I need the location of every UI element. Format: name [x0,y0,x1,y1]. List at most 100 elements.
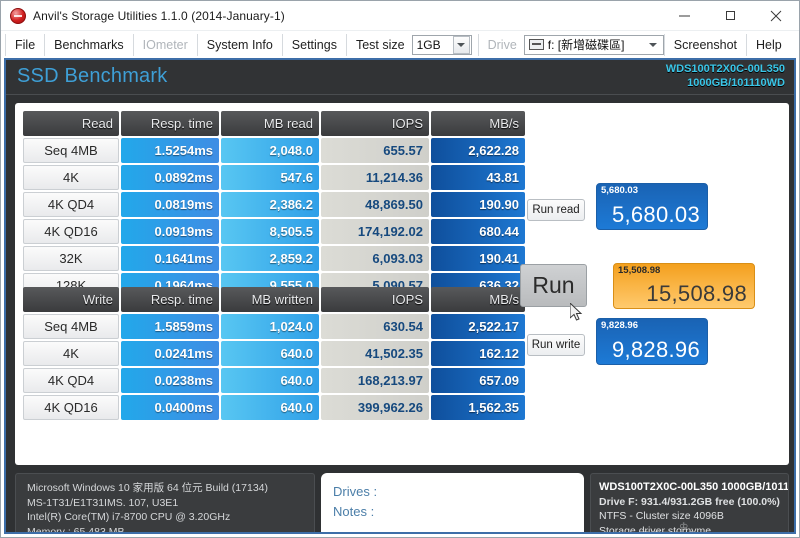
menu-item-settings[interactable]: Settings [283,33,347,56]
read-score-small-label: 5,680.03 [601,185,638,196]
cell-mbs: 2,622.28 [431,138,525,163]
cell-mbs: 43.81 [431,165,525,190]
row-label: Seq 4MB [23,314,119,339]
total-score-small-label: 15,508.98 [618,265,661,276]
maximize-icon[interactable] [707,1,753,30]
table-row: 4K 0.0241ms 640.0 41,502.35 162.12 [23,341,525,366]
cell-mbs: 680.44 [431,219,525,244]
row-label: 4K QD4 [23,368,119,393]
cell-mbs: 190.90 [431,192,525,217]
menu-item-file[interactable]: File [5,33,46,56]
test-size-value: 1GB [416,37,441,52]
drive-info-panel: WDS100T2X0C-00L350 1000GB/101110 Drive F… [590,473,789,534]
mbs-col-header: MB/s [431,111,525,136]
read-score-box: 5,680.03 5,680.03 [596,183,708,230]
mb-written-col-header: MB written [221,287,319,312]
cell-mbs: 657.09 [431,368,525,393]
run-read-button[interactable]: Run read [527,199,585,221]
write-results-table: Write Resp. time MB written IOPS MB/s Se… [21,285,527,422]
drive-select[interactable]: f: [新增磁碟區] [523,34,664,55]
benchmark-panel: SSD Benchmark WDS100T2X0C-00L350 1000GB/… [4,58,796,534]
cell-mb: 640.0 [221,368,319,393]
cell-resp: 0.0892ms [121,165,219,190]
row-label: 4K QD16 [23,219,119,244]
system-os: Microsoft Windows 10 家用版 64 位元 Build (17… [27,482,269,494]
row-label: 32K [23,246,119,271]
cell-resp: 0.0400ms [121,395,219,420]
read-results-table: Read Resp. time MB read IOPS MB/s Seq 4M… [21,109,527,300]
cell-iops: 6,093.03 [321,246,429,271]
write-score-value: 9,828.96 [611,337,700,362]
table-row: Seq 4MB 1.5859ms 1,024.0 630.54 2,522.17 [23,314,525,339]
write-score-small-label: 9,828.96 [601,320,638,331]
notes-panel[interactable]: Drives : Notes : [321,473,584,532]
row-label: 4K [23,341,119,366]
menu-bar: File Benchmarks IOmeter System Info Sett… [1,31,799,58]
cell-resp: 1.5254ms [121,138,219,163]
read-score-value: 5,680.03 [611,202,700,227]
cell-iops: 168,213.97 [321,368,429,393]
read-col-header: Read [23,111,119,136]
menu-item-benchmarks[interactable]: Benchmarks [45,33,134,56]
drive-info-free: Drive F: 931.4/931.2GB free (100.0%) [599,495,780,508]
title-bar: Anvil's Storage Utilities 1.1.0 (2014-Ja… [1,1,799,31]
write-col-header: Write [23,287,119,312]
mb-read-col-header: MB read [221,111,319,136]
header-drive-model: WDS100T2X0C-00L350 [665,63,785,75]
cell-mb: 2,048.0 [221,138,319,163]
cell-iops: 630.54 [321,314,429,339]
cell-iops: 41,502.35 [321,341,429,366]
window-title: Anvil's Storage Utilities 1.1.0 (2014-Ja… [33,8,285,23]
write-score-box: 9,828.96 9,828.96 [596,318,708,365]
cell-resp: 0.0919ms [121,219,219,244]
close-icon[interactable] [753,1,799,30]
drive-info-driver: Storage driver stornvme [599,524,712,534]
menu-item-help[interactable]: Help [747,34,791,56]
header-drive-capacity: 1000GB/101110WD [687,77,785,89]
cell-mbs: 1,562.35 [431,395,525,420]
cell-resp: 0.0819ms [121,192,219,217]
drives-label: Drives : [333,484,378,499]
total-score-box: 15,508.98 15,508.98 [613,263,755,309]
menu-item-iometer: IOmeter [134,33,198,56]
minimize-icon[interactable] [661,1,707,30]
drive-info-filesystem: NTFS - Cluster size 4096B [599,510,724,522]
row-label: 4K [23,165,119,190]
cell-iops: 48,869.50 [321,192,429,217]
system-cpu: Intel(R) Core(TM) i7-8700 CPU @ 3.20GHz [27,511,231,523]
system-board: MS-1T31/E1T31IMS. 107, U3E1 [27,496,179,509]
iops-col-header: IOPS [321,111,429,136]
run-button[interactable]: Run [520,264,587,307]
cell-iops: 399,962.26 [321,395,429,420]
resp-time-col-header: Resp. time [121,111,219,136]
drive-label: Drive [487,37,517,52]
cell-mb: 2,386.2 [221,192,319,217]
total-score-value: 15,508.98 [646,281,747,306]
chevron-down-icon[interactable] [452,35,470,54]
cell-mb: 640.0 [221,341,319,366]
page-title: SSD Benchmark [17,65,168,87]
chevron-down-icon[interactable] [645,36,662,54]
mouse-cursor [570,303,583,321]
table-row: 4K QD16 0.0400ms 640.0 399,962.26 1,562.… [23,395,525,420]
cell-mbs: 162.12 [431,341,525,366]
table-row: 4K QD4 0.0238ms 640.0 168,213.97 657.09 [23,368,525,393]
window-controls [661,1,799,30]
table-row: 4K 0.0892ms 547.6 11,214.36 43.81 [23,165,525,190]
table-row: 32K 0.1641ms 2,859.2 6,093.03 190.41 [23,246,525,271]
drive-value: f: [新增磁碟區] [547,38,625,52]
anvil-app-icon [10,7,26,24]
table-row: Seq 4MB 1.5254ms 2,048.0 655.57 2,622.28 [23,138,525,163]
results-card: Read Resp. time MB read IOPS MB/s Seq 4M… [15,103,789,465]
cell-resp: 0.1641ms [121,246,219,271]
row-label: 4K QD16 [23,395,119,420]
cell-iops: 655.57 [321,138,429,163]
cell-iops: 174,192.02 [321,219,429,244]
run-write-button[interactable]: Run write [527,334,585,356]
test-size-select[interactable]: 1GB [411,34,472,55]
cell-iops: 11,214.36 [321,165,429,190]
menu-item-system-info[interactable]: System Info [198,33,283,56]
menu-item-screenshot[interactable]: Screenshot [665,33,748,56]
watermark-face-icon [605,532,639,534]
cell-mb: 640.0 [221,395,319,420]
